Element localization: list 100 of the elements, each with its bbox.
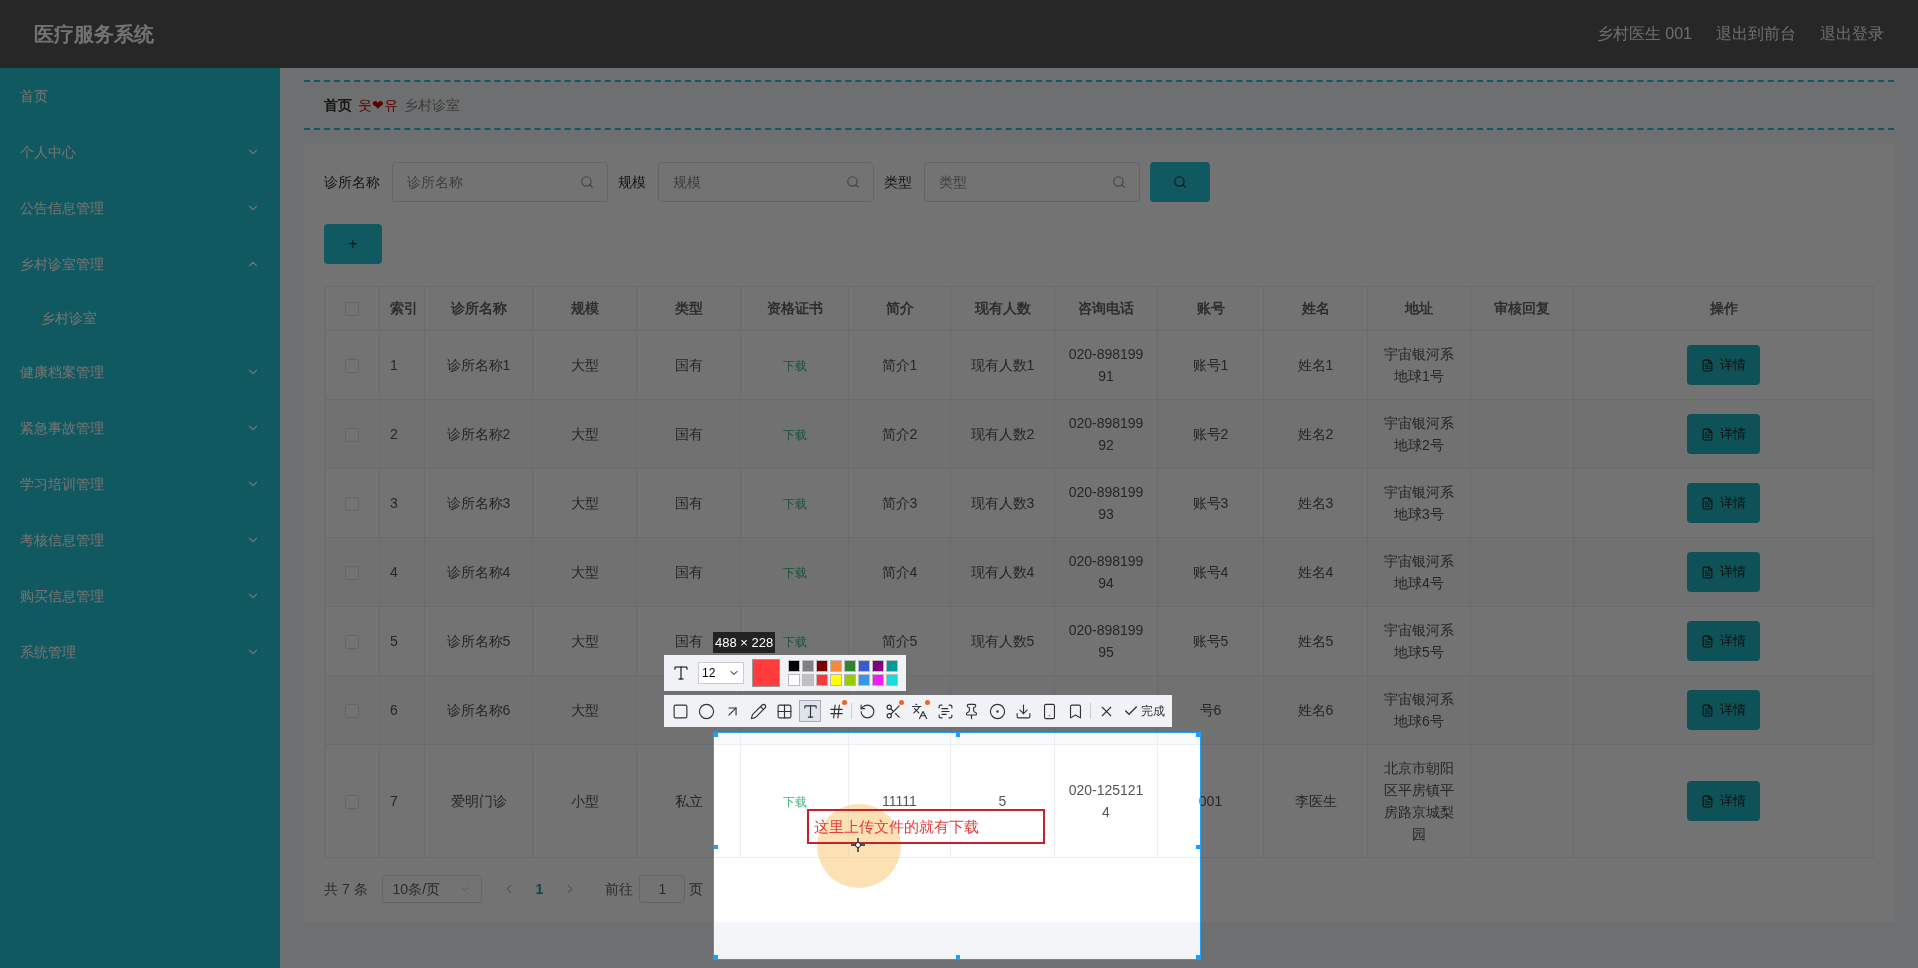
table-cell: 1 [390, 357, 398, 373]
table-cell: 大型 [570, 426, 599, 442]
table-cell: 简介2 [881, 426, 918, 442]
download-link[interactable]: 下载 [782, 358, 807, 373]
table-cell: 简介4 [881, 564, 918, 580]
table-cell: 账号3 [1192, 495, 1229, 511]
selection-frame[interactable] [713, 732, 1201, 960]
download-link[interactable]: 下载 [782, 427, 807, 442]
table-cell: 3 [390, 495, 398, 511]
table-cell: 国有 [674, 357, 703, 373]
size-label: 488 × 228 [713, 632, 776, 653]
table-cell: 账号1 [1192, 357, 1229, 373]
color-swatch[interactable] [830, 660, 842, 672]
table-cell: 简介1 [881, 357, 918, 373]
text-icon[interactable] [799, 700, 821, 722]
column-header: 索引 [390, 300, 418, 316]
table-cell: 姓名5 [1297, 633, 1334, 649]
table-cell: 李医生 [1294, 793, 1337, 809]
table-cell: 大型 [570, 702, 599, 718]
color-swatch[interactable] [788, 660, 800, 672]
color-swatch[interactable] [886, 674, 898, 686]
table-cell: 5 [998, 793, 1007, 809]
color-swatch[interactable] [802, 660, 814, 672]
breadcrumb-item[interactable]: 首页 [324, 94, 352, 116]
field-label: 类型 [884, 172, 912, 192]
color-swatch[interactable] [872, 674, 884, 686]
header-link[interactable]: 退出到前台 [1716, 22, 1796, 46]
table-cell: 账号4 [1192, 564, 1229, 580]
table-cell: 北京市朝阳区平房镇平房路京城梨园 [1384, 760, 1454, 842]
color-swatch[interactable] [872, 660, 884, 672]
column-header: 地址 [1405, 300, 1433, 316]
current-color[interactable] [752, 659, 780, 687]
table-cell: 诊所名称5 [446, 633, 511, 649]
column-header: 资格证书 [766, 300, 823, 316]
app-title: 医疗服务系统 [34, 22, 154, 47]
table-cell: 6 [390, 702, 398, 718]
column-header: 审核回复 [1494, 300, 1550, 316]
done-button[interactable]: 完成 [1121, 702, 1167, 720]
table-cell: 诊所名称3 [446, 495, 511, 511]
color-swatch[interactable] [802, 674, 814, 686]
table-cell: 诊所名称2 [446, 426, 511, 442]
color-swatch[interactable] [858, 674, 870, 686]
column-header: 咨询电话 [1078, 300, 1134, 316]
column-header: 操作 [1709, 300, 1738, 316]
table-cell: 020-89819994 [1068, 553, 1144, 591]
table-cell: 020-1251214 [1068, 782, 1144, 820]
table-cell: 国有 [674, 633, 703, 649]
color-swatch[interactable] [816, 660, 828, 672]
crosshair-icon [851, 838, 865, 852]
total-count: 共 7 条 [324, 879, 368, 899]
annotation-text: 这里上传文件的就有下载 [807, 809, 1045, 844]
column-header: 类型 [674, 300, 703, 316]
color-swatch[interactable] [844, 674, 856, 686]
header-link[interactable]: 乡村医生 001 [1596, 22, 1692, 46]
table-cell: 大型 [570, 564, 599, 580]
table-cell: 宇宙银河系地球6号 [1384, 691, 1454, 729]
table-cell: 爱明门诊 [450, 793, 507, 809]
download-link[interactable]: 下载 [782, 794, 807, 809]
table-cell: 现有人数4 [970, 564, 1035, 580]
goto-suffix: 页 [689, 879, 704, 899]
table-cell: 姓名4 [1297, 564, 1334, 580]
column-header: 账号 [1196, 300, 1225, 316]
table-cell: 7 [390, 793, 398, 809]
table-cell: 账号2 [1192, 426, 1229, 442]
table-cell: 宇宙银河系地球1号 [1384, 346, 1454, 384]
table-cell: 国有 [674, 426, 703, 442]
download-link[interactable]: 下载 [782, 634, 807, 649]
table-cell: 国有 [674, 495, 703, 511]
table-cell: 现有人数2 [970, 426, 1035, 442]
table-cell: 国有 [674, 564, 703, 580]
color-swatch[interactable] [830, 674, 842, 686]
color-swatch[interactable] [816, 674, 828, 686]
table-cell: 11111 [882, 793, 917, 809]
color-swatch[interactable] [886, 660, 898, 672]
column-header: 诊所名称 [450, 300, 507, 316]
table-cell: 姓名6 [1297, 702, 1334, 718]
table-cell: 020-89819993 [1068, 484, 1144, 522]
table-cell: 020-89819992 [1068, 415, 1144, 453]
table-cell: 诊所名称6 [446, 702, 511, 718]
color-swatch[interactable] [858, 660, 870, 672]
color-swatch[interactable] [844, 660, 856, 672]
table-cell: 宇宙银河系地球2号 [1384, 415, 1454, 453]
table-cell: 简介3 [881, 495, 918, 511]
table-cell: 号6 [1199, 702, 1222, 718]
table-cell: 2 [390, 426, 398, 442]
table-cell: 大型 [570, 357, 599, 373]
download-link[interactable]: 下载 [782, 496, 807, 511]
table-cell: 姓名3 [1297, 495, 1334, 511]
table-cell: 现有人数5 [970, 633, 1035, 649]
font-size-select[interactable]: 12 [698, 662, 744, 684]
column-header: 姓名 [1301, 300, 1330, 316]
table-cell: 姓名1 [1297, 357, 1334, 373]
table-cell: 大型 [570, 633, 599, 649]
color-swatch[interactable] [788, 674, 800, 686]
table-cell: 账号5 [1192, 633, 1229, 649]
download-link[interactable]: 下载 [782, 565, 807, 580]
table-cell: 020-89819995 [1068, 622, 1144, 660]
table-cell: 现有人数1 [970, 357, 1035, 373]
table-cell: 私立 [674, 793, 703, 809]
table-cell: 宇宙银河系地球3号 [1384, 484, 1454, 522]
